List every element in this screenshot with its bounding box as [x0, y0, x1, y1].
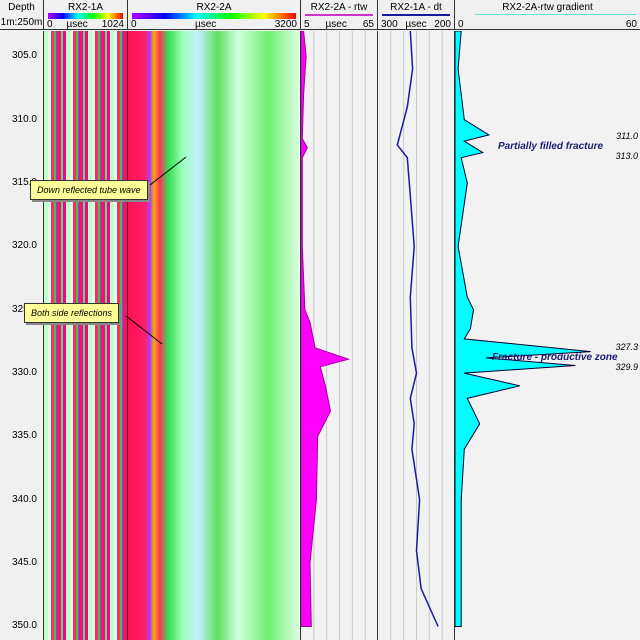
callout-down-reflected: Down reflected tube wave — [30, 180, 148, 200]
depth-tick: 335.0 — [11, 430, 37, 442]
track-title: RX2-2A-rtw gradient — [502, 2, 593, 13]
dt-track — [378, 31, 455, 640]
track-title: RX2-2A - rtw — [310, 2, 368, 13]
depth-header: Depth 1m:250m — [0, 0, 44, 30]
depth-title: Depth — [8, 2, 35, 13]
callout-side-reflections: Both side reflections — [24, 303, 120, 323]
depth-tick: 310.0 — [11, 113, 37, 125]
depth-label: 311.0 — [616, 131, 638, 141]
curve-2 — [455, 31, 591, 628]
depth-tick: 305.0 — [11, 50, 37, 62]
depth-label: 313.0 — [615, 151, 638, 161]
depth-label: 329.9 — [615, 362, 638, 372]
legend-line — [475, 14, 636, 15]
note-partial-fracture: Partially filled fracture — [498, 141, 604, 152]
scale-max: 200 — [434, 19, 451, 30]
note-productive-zone: Fracture - productive zone — [492, 352, 618, 363]
rtw-track — [301, 31, 378, 640]
track-title: RX2-1A - dt — [390, 2, 442, 13]
gradient-track — [455, 31, 640, 640]
track-header-rtw[interactable]: RX2-2A - rtw 5 µsec 65 — [301, 0, 378, 30]
depth-tick: 320.0 — [11, 240, 37, 252]
depth-tick: 345.0 — [11, 557, 37, 569]
depth-tick: 330.0 — [11, 367, 37, 379]
track-title: RX2-2A — [196, 2, 232, 13]
rx2-2a-waveform-image — [128, 31, 301, 640]
curve-0 — [301, 31, 351, 628]
track-header-rx2-2a[interactable]: RX2-2A 0 µsec 3200 — [128, 0, 301, 30]
scale-min: 5 — [304, 19, 310, 30]
legend-line — [382, 14, 450, 16]
scale-unit: µsec — [325, 19, 347, 30]
track-title: RX2-1A — [67, 2, 103, 13]
track-header-rx2-1a[interactable]: RX2-1A 0 µsec 1024 — [44, 0, 128, 30]
depth-track: 305.0310.0315.0320.0325.0330.0335.0340.0… — [0, 31, 44, 640]
scale-min: 0 — [131, 19, 137, 30]
scale-unit: µsec — [405, 19, 427, 30]
rx2-1a-waveform-image — [44, 31, 128, 640]
scale-unit: µsec — [66, 19, 88, 30]
depth-scale: 1m:250m — [0, 17, 43, 28]
scale-min: 300 — [381, 19, 398, 30]
track-header-dt[interactable]: RX2-1A - dt 300 µsec 200 — [378, 0, 455, 30]
scale-unit: µsec — [194, 19, 217, 30]
depth-label: 327.3 — [615, 342, 638, 352]
scale-min: 0 — [47, 19, 53, 30]
scale-max: 60 — [625, 19, 637, 30]
legend-line — [305, 14, 373, 16]
track-header-gradient[interactable]: RX2-2A-rtw gradient 0 60 — [455, 0, 640, 30]
scale-max: 1024 — [101, 19, 124, 30]
scale-min: 0 — [458, 19, 464, 30]
depth-tick: 350.0 — [11, 620, 37, 632]
scale-max: 3200 — [274, 19, 297, 30]
scale-max: 65 — [362, 19, 374, 30]
depth-tick: 340.0 — [11, 493, 37, 505]
